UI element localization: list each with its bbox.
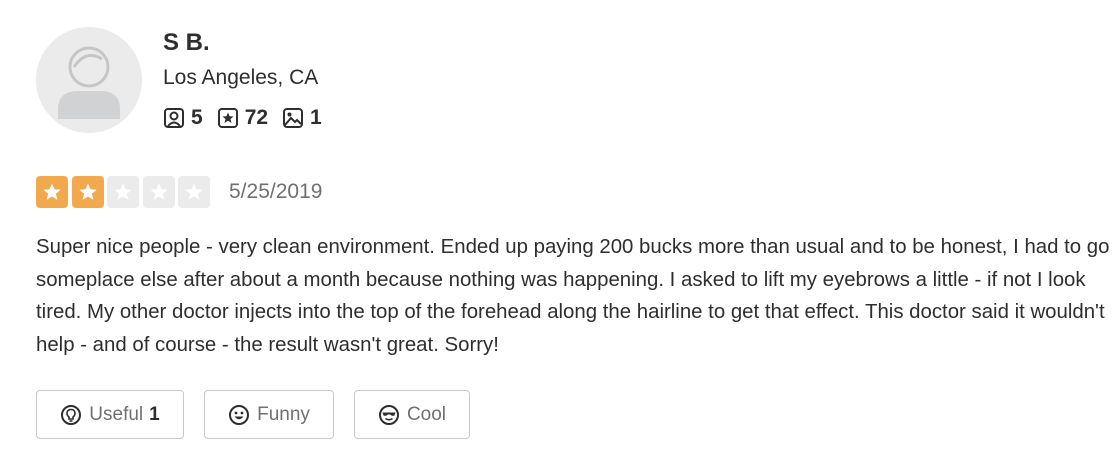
star-empty — [107, 176, 139, 208]
funny-button[interactable]: Funny — [204, 390, 334, 439]
user-location: Los Angeles, CA — [163, 66, 319, 89]
star-icon — [114, 183, 132, 200]
star-rating — [36, 176, 214, 208]
review-text: Super nice people - very clean environme… — [36, 236, 1110, 356]
star-empty — [178, 176, 210, 208]
reviews-count: 72 — [244, 106, 269, 129]
star-filled — [36, 176, 68, 208]
photos-count: 1 — [310, 106, 322, 129]
user-stats: 5 72 1 — [163, 106, 336, 130]
review-star-icon — [217, 108, 238, 128]
default-user-avatar-icon — [58, 46, 120, 119]
sunglasses-icon — [378, 404, 399, 425]
friends-count: 5 — [191, 106, 203, 129]
star-empty — [142, 176, 175, 208]
reviews-stat: 72 — [217, 106, 268, 130]
star-icon — [78, 183, 97, 200]
photo-icon — [283, 108, 304, 128]
cool-label: Cool — [406, 403, 447, 425]
funny-label: Funny — [257, 403, 310, 425]
star-icon — [185, 183, 203, 200]
cool-button[interactable]: Cool — [354, 390, 470, 439]
star-icon — [149, 183, 168, 200]
useful-label: Useful — [89, 403, 144, 425]
friends-icon — [164, 108, 184, 128]
useful-count: 1 — [149, 403, 160, 425]
user-avatar[interactable] — [36, 27, 142, 133]
star-icon — [43, 183, 61, 200]
photos-stat: 1 — [282, 106, 322, 130]
useful-button[interactable]: Useful 1 — [36, 390, 184, 439]
star-filled — [71, 176, 104, 208]
user-name[interactable]: S B. — [163, 29, 210, 57]
friends-stat: 5 — [163, 106, 203, 130]
lightbulb-icon — [61, 404, 82, 425]
review-date: 5/25/2019 — [229, 180, 323, 203]
smile-icon — [229, 404, 250, 425]
